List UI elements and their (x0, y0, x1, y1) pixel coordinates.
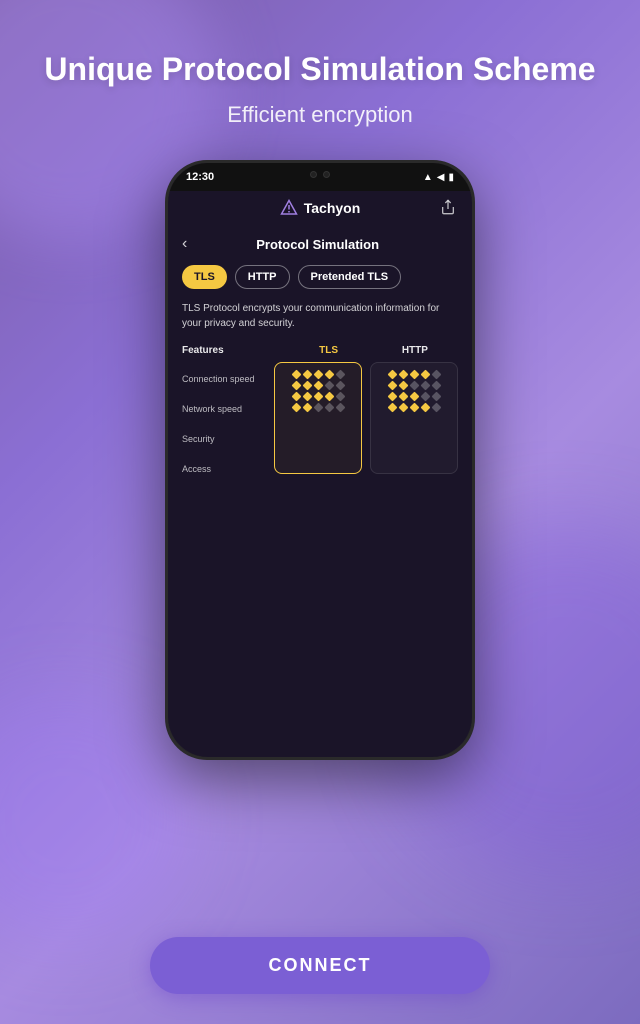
feature-list: Connection speed Network speed Security … (182, 362, 266, 474)
phone-frame: 12:30 ▲ ◀ ▮ (165, 160, 475, 760)
dot (324, 370, 334, 380)
status-bar: 12:30 ▲ ◀ ▮ (168, 163, 472, 191)
dot (335, 370, 345, 380)
dot (302, 403, 312, 413)
dot (409, 381, 419, 391)
feature-network-speed: Network speed (182, 404, 266, 414)
power-button (473, 283, 475, 333)
protocol-tabs: TLS HTTP Pretended TLS (182, 265, 458, 289)
tab-http[interactable]: HTTP (235, 265, 290, 289)
dot (431, 392, 441, 402)
protocol-description: TLS Protocol encrypts your communication… (182, 301, 458, 331)
app-title: Tachyon (280, 199, 361, 217)
dot (324, 381, 334, 391)
dot (420, 381, 430, 391)
col-http-header: HTTP (372, 345, 458, 356)
dot (291, 392, 301, 402)
signal-icon: ◀ (437, 172, 445, 183)
camera-area (310, 171, 330, 178)
app-logo-icon (280, 199, 298, 217)
connect-button-wrap: CONNECT (150, 937, 490, 994)
screen-body: ‹ Protocol Simulation TLS HTTP Pretended… (168, 227, 472, 488)
status-time: 12:30 (186, 171, 214, 183)
dot (335, 392, 345, 402)
http-row-4 (379, 404, 449, 411)
comparison-table: Features TLS HTTP Connection speed Netwo… (182, 345, 458, 474)
phone-mockup: 12:30 ▲ ◀ ▮ (165, 160, 475, 760)
dot (420, 370, 430, 380)
dot (387, 381, 397, 391)
app-name-label: Tachyon (304, 200, 361, 216)
dot (409, 370, 419, 380)
dot (313, 381, 323, 391)
dot (324, 403, 334, 413)
volume-up-button (165, 263, 167, 293)
dot (431, 403, 441, 413)
dot (291, 381, 301, 391)
connect-button[interactable]: CONNECT (150, 937, 490, 994)
share-button[interactable] (440, 199, 456, 220)
camera-dot-right (323, 171, 330, 178)
tls-row-3 (283, 393, 353, 400)
col-tls-header: TLS (286, 345, 372, 356)
back-button[interactable]: ‹ (182, 235, 187, 253)
volume-down-button (165, 308, 167, 348)
http-dot-grid (370, 362, 458, 474)
tls-dot-grid (274, 362, 362, 474)
page-subtitle: Efficient encryption (227, 102, 412, 128)
dot (302, 392, 312, 402)
section-title: Protocol Simulation (197, 237, 458, 252)
dot (313, 370, 323, 380)
dot (398, 370, 408, 380)
dot (409, 403, 419, 413)
camera-dot-left (310, 171, 317, 178)
dot (409, 392, 419, 402)
feature-connection-speed: Connection speed (182, 374, 266, 384)
dot (431, 381, 441, 391)
dot (420, 392, 430, 402)
dot (291, 403, 301, 413)
feature-access: Access (182, 464, 266, 474)
col-features-header: Features (182, 345, 286, 356)
tls-row-1 (283, 371, 353, 378)
dot (387, 392, 397, 402)
battery-icon: ▮ (448, 172, 454, 183)
dot (387, 370, 397, 380)
http-row-2 (379, 382, 449, 389)
dot (431, 370, 441, 380)
dot (398, 381, 408, 391)
tab-tls[interactable]: TLS (182, 265, 227, 289)
dot (335, 381, 345, 391)
dot (398, 403, 408, 413)
table-header: Features TLS HTTP (182, 345, 458, 356)
dot (420, 403, 430, 413)
dot (313, 392, 323, 402)
dot (387, 403, 397, 413)
section-header: ‹ Protocol Simulation (182, 235, 458, 253)
tls-row-2 (283, 382, 353, 389)
http-row-3 (379, 393, 449, 400)
dot (335, 403, 345, 413)
dot (324, 392, 334, 402)
wifi-icon: ▲ (423, 172, 433, 183)
page-headline: Unique Protocol Simulation Scheme (44, 50, 595, 88)
dot (302, 370, 312, 380)
table-body: Connection speed Network speed Security … (182, 362, 458, 474)
dot (302, 381, 312, 391)
status-icons: ▲ ◀ ▮ (423, 172, 454, 183)
phone-screen: 12:30 ▲ ◀ ▮ (168, 163, 472, 757)
tab-pretended-tls[interactable]: Pretended TLS (298, 265, 402, 289)
feature-security: Security (182, 434, 266, 444)
dot (398, 392, 408, 402)
tls-row-4 (283, 404, 353, 411)
http-row-1 (379, 371, 449, 378)
dot (313, 403, 323, 413)
dot (291, 370, 301, 380)
